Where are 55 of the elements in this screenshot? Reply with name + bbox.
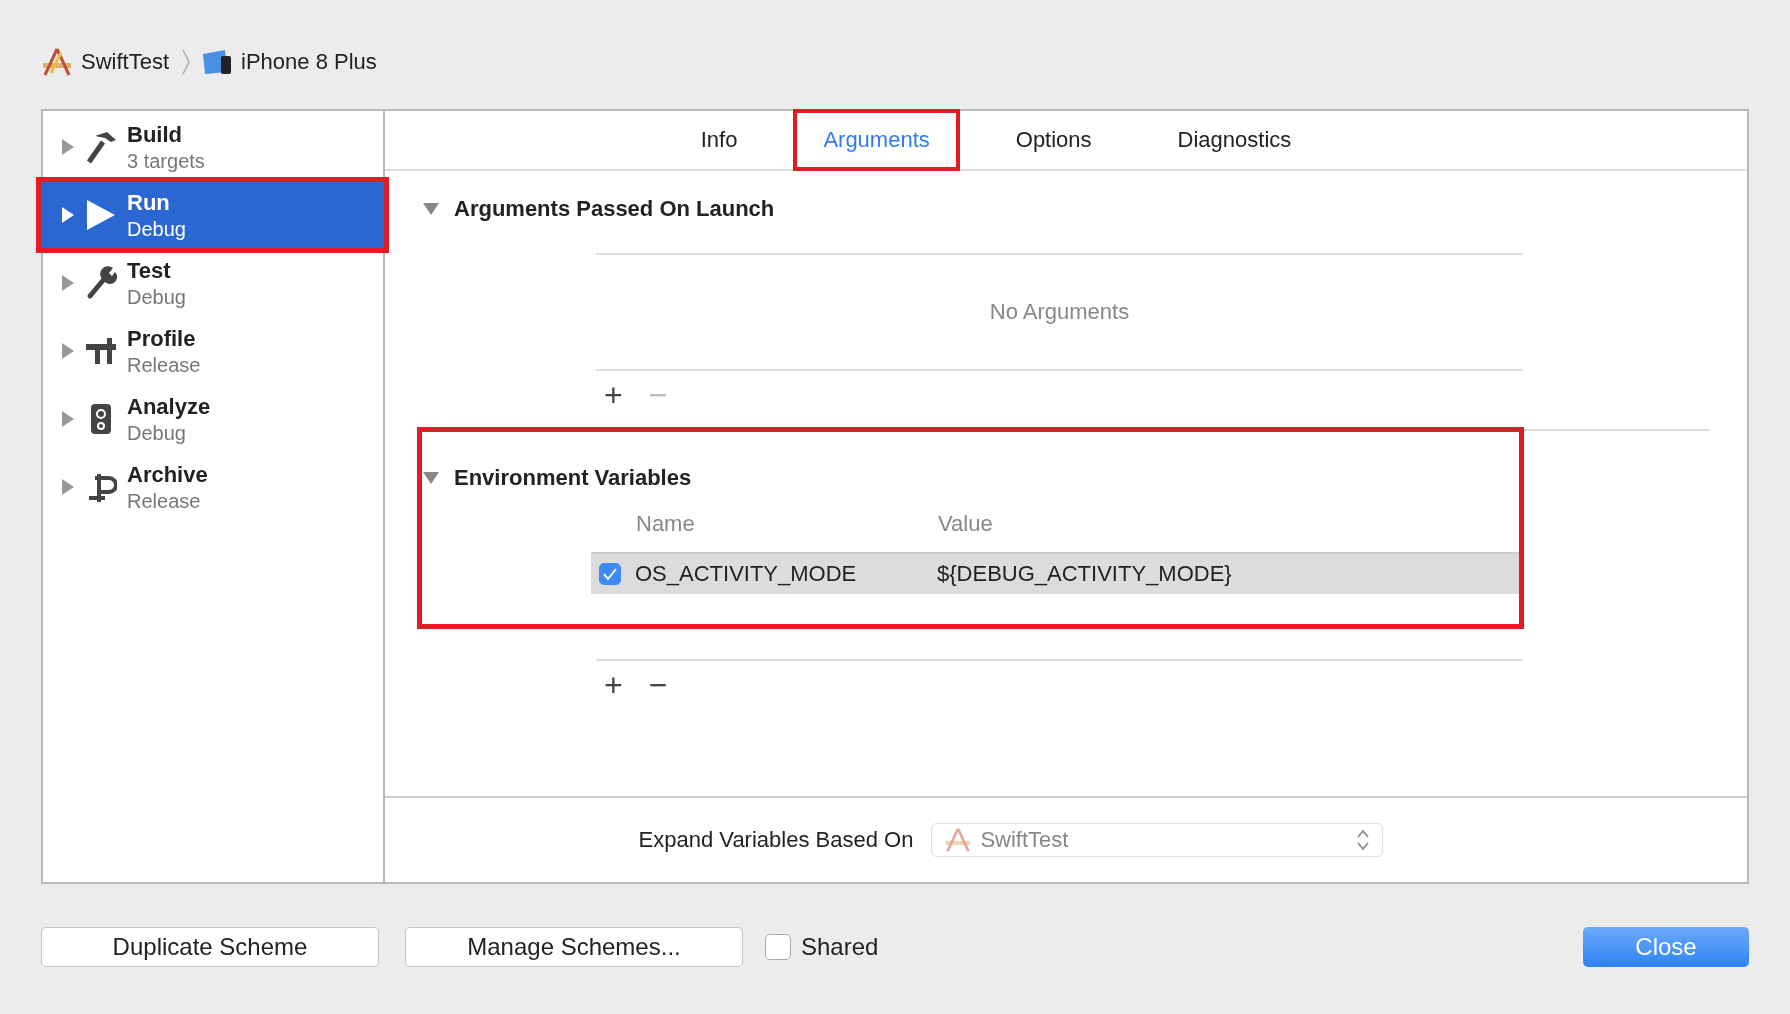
add-button[interactable]: +: [596, 669, 631, 701]
action-title: Test: [127, 257, 172, 284]
disclosure-triangle-icon[interactable]: [422, 202, 440, 216]
action-configuration: Release: [127, 353, 201, 377]
action-configuration: Debug: [127, 421, 187, 445]
checkbox[interactable]: [765, 934, 791, 960]
scheme-action-item[interactable]: Analyze Debug: [43, 385, 383, 453]
disclosure-triangle-icon[interactable]: [61, 410, 75, 428]
scheme-action-item[interactable]: Archive Release: [43, 453, 383, 521]
hammer-icon: [85, 130, 117, 164]
empty-list-text: No Arguments: [989, 299, 1130, 325]
checkbox[interactable]: [599, 563, 621, 585]
action-configuration: 3 targets: [127, 149, 205, 173]
disclosure-triangle-icon[interactable]: [61, 206, 75, 224]
section-title: Arguments Passed On Launch: [454, 196, 775, 222]
stepper-arrows-icon: [1356, 829, 1371, 851]
checkbox-label: Shared: [801, 933, 879, 961]
app-tools-icon: [41, 47, 73, 77]
action-configuration: Release: [127, 489, 202, 513]
action-title: Run: [127, 189, 171, 216]
footer-button[interactable]: Duplicate Scheme: [41, 927, 379, 967]
footer-button[interactable]: Manage Schemes...: [405, 927, 743, 967]
scheme-action-item[interactable]: Profile Release: [43, 317, 383, 385]
breadcrumb-item[interactable]: SwiftTest: [81, 49, 170, 75]
scheme-action-item[interactable]: Test Debug: [43, 249, 383, 317]
disclosure-triangle-icon[interactable]: [61, 342, 75, 360]
app-tools-icon: [944, 827, 973, 853]
add-button[interactable]: +: [596, 379, 631, 411]
tab[interactable]: Arguments: [795, 111, 958, 169]
section-title: Environment Variables: [454, 465, 692, 491]
variable-value: ${DEBUG_ACTIVITY_MODE}: [937, 561, 1232, 587]
tab[interactable]: Diagnostics: [1149, 111, 1320, 169]
disclosure-triangle-icon[interactable]: [61, 138, 75, 156]
action-title: Analyze: [127, 393, 211, 420]
breadcrumb-item[interactable]: iPhone 8 Plus: [241, 49, 377, 75]
action-title: Build: [127, 121, 183, 148]
wrench-icon: [85, 266, 117, 300]
action-configuration: Debug: [127, 285, 186, 309]
device-icon: [201, 48, 234, 76]
disclosure-triangle-icon[interactable]: [61, 274, 75, 292]
chevron-icon: [181, 49, 192, 75]
disclosure-triangle-icon[interactable]: [422, 471, 440, 485]
variable-name: OS_ACTIVITY_MODE: [635, 561, 858, 587]
action-configuration: Debug: [127, 217, 186, 241]
column-header[interactable]: Name: [636, 511, 938, 537]
action-title: Profile: [127, 325, 197, 352]
scheme-action-item[interactable]: Build 3 targets: [43, 113, 383, 181]
column-header[interactable]: Value: [938, 511, 993, 537]
remove-button[interactable]: −: [640, 669, 676, 701]
action-title: Archive: [127, 461, 208, 488]
tab[interactable]: Options: [987, 111, 1120, 169]
field-label: Expand Variables Based On: [638, 827, 914, 853]
disclosure-triangle-icon[interactable]: [61, 478, 75, 496]
tab[interactable]: Info: [672, 111, 766, 169]
play-icon: [85, 198, 117, 232]
